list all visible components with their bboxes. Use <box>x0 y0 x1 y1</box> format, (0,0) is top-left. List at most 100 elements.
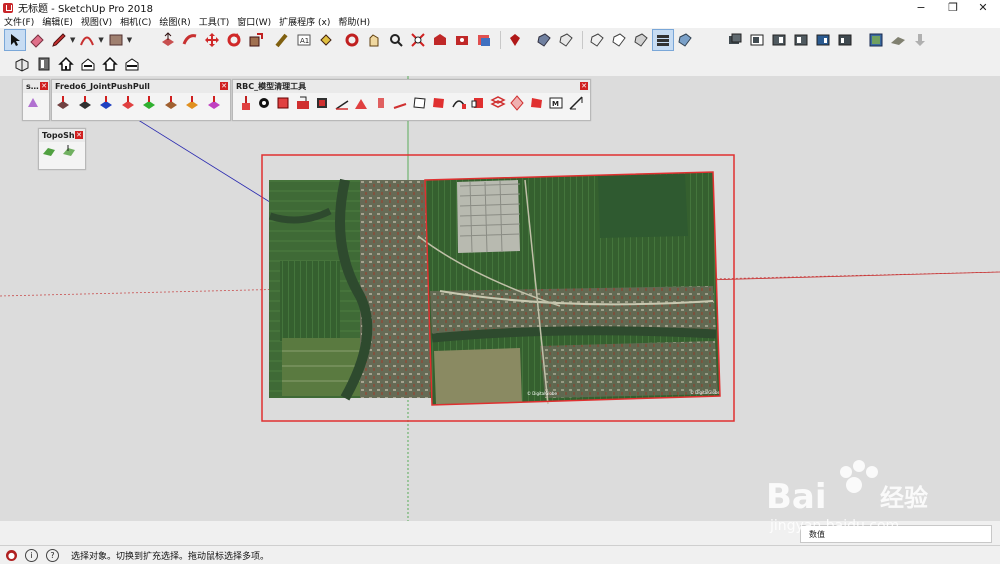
menu-extensions[interactable]: 扩展程序 (x) <box>275 15 334 28</box>
warehouse-share-icon[interactable] <box>78 54 98 74</box>
record-icon[interactable]: ● <box>6 549 17 561</box>
triangle-cleanup-icon[interactable] <box>353 95 371 115</box>
front-view-icon[interactable] <box>769 30 789 50</box>
fillet-pushpull-icon[interactable] <box>206 95 226 115</box>
component-cleanup-icon[interactable] <box>529 95 547 115</box>
pencil-dropdown-icon[interactable]: ▼ <box>70 36 75 44</box>
group-icon[interactable] <box>470 95 488 115</box>
shaded-textures-icon[interactable] <box>652 29 674 51</box>
hidden-line-icon[interactable] <box>609 30 629 50</box>
cube-icon[interactable] <box>314 95 332 115</box>
menu-edit[interactable]: 编辑(E) <box>38 15 77 28</box>
panel-close-icon[interactable]: ✕ <box>220 82 228 90</box>
layers-icon[interactable] <box>489 95 508 115</box>
menu-file[interactable]: 文件(F) <box>0 15 38 28</box>
minimize-button[interactable]: − <box>906 0 936 15</box>
curve-cleanup-icon[interactable] <box>451 95 469 115</box>
arc-icon[interactable] <box>77 30 97 50</box>
menu-window[interactable]: 窗口(W) <box>233 15 275 28</box>
inflate-pushpull-icon[interactable] <box>184 95 204 115</box>
panel-close-icon[interactable]: ✕ <box>580 82 588 90</box>
extension-warehouse-icon[interactable] <box>452 30 472 50</box>
vector-pushpull-icon[interactable] <box>77 95 97 115</box>
extrude-pushpull-icon[interactable] <box>120 95 140 115</box>
viewport-canvas[interactable]: © DigitalGlobe © DigitalGlobe <box>0 76 1000 521</box>
select-icon[interactable] <box>4 29 26 51</box>
components-icon[interactable] <box>12 54 32 74</box>
rectangle-dropdown-icon[interactable]: ▼ <box>127 36 132 44</box>
info-icon[interactable]: i <box>25 548 38 562</box>
panel-close-icon[interactable]: ✕ <box>75 131 83 139</box>
face-outline-icon[interactable] <box>412 95 430 115</box>
joint-pushpull-icon[interactable] <box>55 95 75 115</box>
edge-cleanup-icon[interactable] <box>392 95 410 115</box>
arc-dropdown-icon[interactable]: ▼ <box>98 36 103 44</box>
erase-small-icon[interactable] <box>373 95 391 115</box>
push-pull-icon[interactable] <box>158 30 178 50</box>
menu-help[interactable]: 帮助(H) <box>334 15 374 28</box>
purge-icon[interactable] <box>275 95 293 115</box>
toposhaper-panel[interactable]: TopoSh… ✕ <box>38 128 86 170</box>
maximize-button[interactable]: ❐ <box>938 0 968 15</box>
close-button[interactable]: ✕ <box>968 0 998 15</box>
house-cutaway-icon[interactable] <box>122 54 142 74</box>
move-icon[interactable] <box>202 30 222 50</box>
menu-view[interactable]: 视图(V) <box>77 15 116 28</box>
extension-panel-small[interactable]: s… ✕ <box>22 79 50 121</box>
follow-me-icon[interactable] <box>180 30 200 50</box>
top-view-icon[interactable] <box>747 30 767 50</box>
aerial-image-right[interactable] <box>417 172 720 405</box>
layout-icon[interactable] <box>474 30 494 50</box>
material-cleanup-icon[interactable] <box>509 95 527 115</box>
warehouse-icon[interactable] <box>430 30 450 50</box>
photo-texture-icon[interactable] <box>910 30 930 50</box>
brush-icon[interactable] <box>236 95 254 115</box>
modeling-viewport[interactable]: © DigitalGlobe © DigitalGlobe s… ✕ Fredo… <box>0 76 1000 521</box>
monochrome-icon[interactable] <box>675 30 695 50</box>
left-view-icon[interactable] <box>835 30 855 50</box>
zoom-icon[interactable] <box>386 30 406 50</box>
house-outline-icon[interactable] <box>100 54 120 74</box>
fredo-jointpushpull-panel[interactable]: Fredo6_JointPushPull ✕ <box>51 79 231 121</box>
section-icon[interactable] <box>34 54 54 74</box>
normal-pushpull-icon[interactable] <box>98 95 118 115</box>
topo-grid-icon[interactable] <box>62 144 80 164</box>
line-cleanup-icon[interactable] <box>334 95 352 115</box>
eraser-icon[interactable] <box>27 30 47 50</box>
help-icon[interactable]: ? <box>46 548 59 562</box>
thicken-pushpull-icon[interactable] <box>163 95 183 115</box>
shaded-icon[interactable] <box>631 30 651 50</box>
scale-icon[interactable] <box>246 30 266 50</box>
wireframe-icon[interactable] <box>587 30 607 50</box>
back-edges-icon[interactable] <box>556 30 576 50</box>
ruby-icon[interactable] <box>505 30 525 50</box>
toggle-terrain-icon[interactable] <box>888 30 908 50</box>
rectangle-icon[interactable] <box>106 30 126 50</box>
map-cleanup-icon[interactable]: M <box>548 95 566 115</box>
tape-measure-icon[interactable] <box>272 30 292 50</box>
house-icon[interactable] <box>56 54 76 74</box>
right-view-icon[interactable] <box>791 30 811 50</box>
text-icon[interactable]: A1 <box>294 30 314 50</box>
pencil-icon[interactable] <box>49 30 69 50</box>
topo-contours-icon[interactable] <box>42 144 60 164</box>
follow-pushpull-icon[interactable] <box>141 95 161 115</box>
back-view-icon[interactable] <box>813 30 833 50</box>
rbc-cleanup-panel[interactable]: RBC_模型清理工具 ✕ M <box>232 79 591 121</box>
iso-view-icon[interactable] <box>725 30 745 50</box>
menu-camera[interactable]: 相机(C) <box>116 15 155 28</box>
paint-bucket-icon[interactable] <box>316 30 336 50</box>
xray-icon[interactable] <box>534 30 554 50</box>
orbit-icon[interactable] <box>342 30 362 50</box>
settings-gear-icon[interactable] <box>256 95 274 115</box>
add-location-icon[interactable] <box>866 30 886 50</box>
merge-faces-icon[interactable] <box>295 95 313 115</box>
menu-draw[interactable]: 绘图(R) <box>155 15 194 28</box>
panel-close-icon[interactable]: ✕ <box>40 82 48 90</box>
pan-icon[interactable] <box>364 30 384 50</box>
menu-tools[interactable]: 工具(T) <box>195 15 234 28</box>
zoom-extents-icon[interactable] <box>408 30 428 50</box>
rotate-icon[interactable] <box>224 30 244 50</box>
shape-tool-icon[interactable] <box>26 95 44 115</box>
dimension-cleanup-icon[interactable] <box>568 95 586 115</box>
